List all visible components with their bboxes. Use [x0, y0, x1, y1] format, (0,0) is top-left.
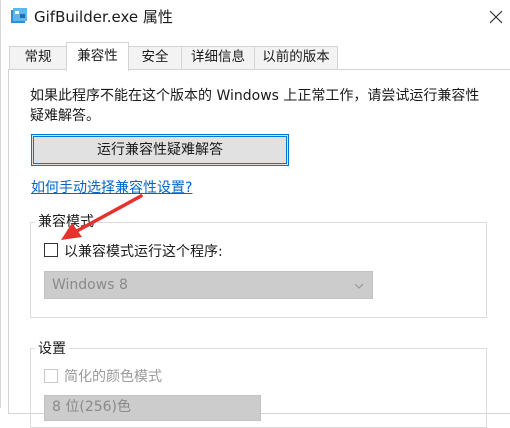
- intro-text: 如果此程序不能在这个版本的 Windows 上正常工作，请尝试运行兼容性 疑难解…: [30, 86, 490, 126]
- window-title: GifBuilder.exe 属性: [34, 8, 173, 26]
- gifbuilder-app-icon: [10, 7, 28, 25]
- tab-general[interactable]: 常规: [9, 46, 67, 69]
- manual-settings-link[interactable]: 如何手动选择兼容性设置?: [31, 177, 192, 197]
- intro-line-2: 疑难解答。: [30, 108, 100, 124]
- reduced-color-label[interactable]: 简化的颜色模式: [64, 366, 162, 386]
- tab-security[interactable]: 安全: [128, 46, 182, 69]
- compat-mode-checkbox-label[interactable]: 以兼容模式运行这个程序:: [64, 241, 223, 261]
- properties-window: GifBuilder.exe 属性 常规 兼容性 安全 详细信息 以前的版本 如…: [0, 0, 510, 428]
- os-version-value: Windows 8: [52, 277, 128, 293]
- tab-details[interactable]: 详细信息: [181, 46, 255, 69]
- settings-legend: 设置: [35, 338, 69, 358]
- compat-mode-checkbox[interactable]: [44, 243, 58, 257]
- tab-compatibility[interactable]: 兼容性: [66, 42, 129, 71]
- intro-line-1: 如果此程序不能在这个版本的 Windows 上正常工作，请尝试运行兼容性: [30, 88, 480, 104]
- color-depth-select[interactable]: 8 位(256)色: [44, 395, 261, 421]
- reduced-color-checkbox[interactable]: [44, 369, 58, 383]
- color-depth-value: 8 位(256)色: [52, 399, 132, 415]
- tab-strip: 常规 兼容性 安全 详细信息 以前的版本: [1, 42, 510, 71]
- chevron-down-icon: [354, 283, 364, 289]
- compat-mode-legend: 兼容模式: [35, 211, 97, 231]
- compat-mode-group: [30, 222, 487, 318]
- title-bar: GifBuilder.exe 属性: [1, 0, 510, 34]
- os-version-select[interactable]: Windows 8: [44, 271, 373, 299]
- close-icon: [489, 10, 503, 24]
- close-button[interactable]: [481, 2, 510, 32]
- tab-previous-versions[interactable]: 以前的版本: [254, 46, 338, 69]
- run-troubleshooter-button[interactable]: 运行兼容性疑难解答: [31, 134, 289, 166]
